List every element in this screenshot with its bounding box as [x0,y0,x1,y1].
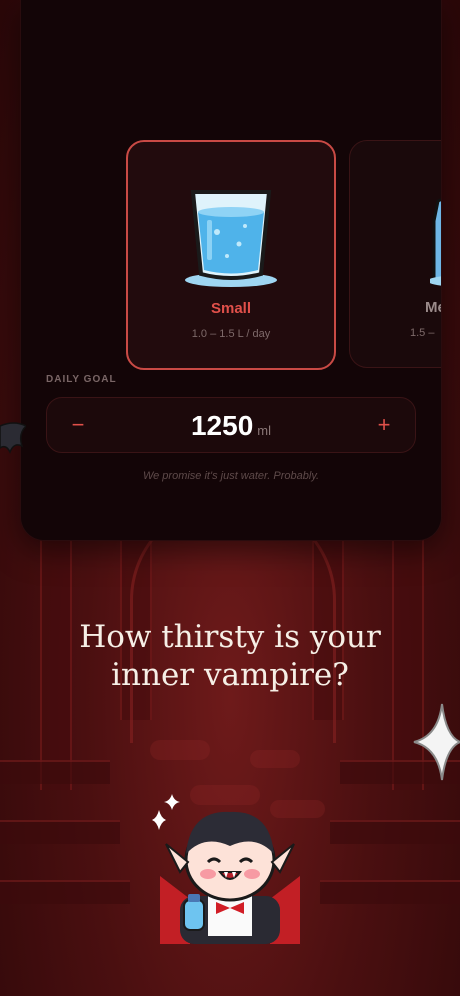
option-medium[interactable]: Me 1.5 – [349,140,441,368]
goal-value: 1250 ml [47,410,415,442]
daily-goal-label: DAILY GOAL [46,374,117,385]
headline-line-1: How thirsty is your [79,619,381,655]
goal-amount: 1250 [190,410,254,441]
glass-of-water-icon [183,182,279,290]
increment-button[interactable]: + [369,410,399,440]
tagline: We promise it's just water. Probably. [142,470,320,482]
vampire-mascot-icon [150,804,310,949]
option-small[interactable]: Small 1.0 – 1.5 L / day [126,140,336,370]
bat-wing-icon [0,420,28,469]
headline: How thirsty is your inner vampire? [0,618,460,694]
option-range: 1.0 – 1.5 L / day [191,328,271,340]
goal-unit: ml [257,423,271,438]
sparkle-icon [412,702,460,787]
option-title: Me [425,299,441,316]
option-range: 1.5 – [410,327,435,339]
water-bottle-icon [428,181,441,289]
hydration-card: Small 1.0 – 1.5 L / day Me 1.5 – DAILY G… [20,0,442,541]
option-title: Small [210,300,252,317]
headline-line-2: inner vampire? [111,657,349,693]
daily-goal-stepper: − 1250 ml + [46,397,416,453]
